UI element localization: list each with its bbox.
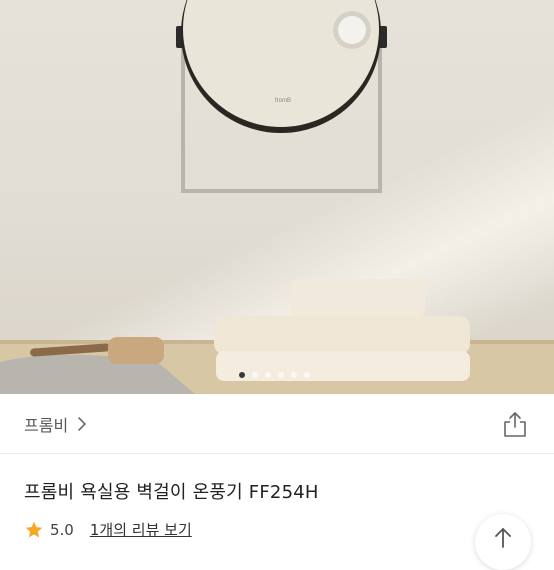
pagination-dot[interactable] <box>304 372 310 378</box>
arrow-up-icon <box>495 528 511 548</box>
brush-head <box>108 337 164 364</box>
product-image[interactable]: fromB <box>0 0 554 394</box>
gallery-pagination <box>239 372 310 378</box>
towel-top <box>290 279 425 319</box>
rating-value: 5.0 <box>50 520 74 539</box>
brand-name: 프롬비 <box>24 416 69 435</box>
chevron-right-icon <box>78 417 87 431</box>
towel-middle <box>214 316 470 354</box>
product-title: 프롬비 욕실용 벽걸이 온풍기 FF254H <box>24 482 319 503</box>
product-photo-illustration: fromB <box>0 0 554 394</box>
scroll-top-button[interactable] <box>475 514 531 570</box>
brand-link[interactable]: 프롬비 <box>24 412 90 436</box>
share-icon[interactable] <box>502 410 528 438</box>
review-link[interactable]: 1개의 리뷰 보기 <box>90 519 192 540</box>
pagination-dot[interactable] <box>278 372 284 378</box>
star-icon <box>25 521 43 537</box>
rating-row: 5.0 1개의 리뷰 보기 <box>24 519 192 540</box>
stand-bottom-bar <box>181 189 382 193</box>
pagination-dot[interactable] <box>291 372 297 378</box>
pagination-dot[interactable] <box>239 372 245 378</box>
heater-logo: fromB <box>275 98 291 104</box>
dial-inner <box>338 16 366 44</box>
brand-row: 프롬비 <box>0 394 554 454</box>
pagination-dot[interactable] <box>265 372 271 378</box>
pagination-dot[interactable] <box>252 372 258 378</box>
